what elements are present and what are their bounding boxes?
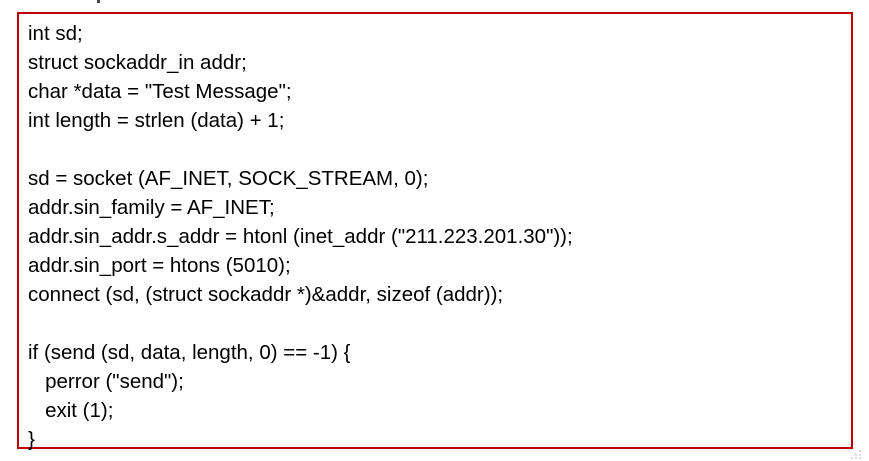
- code-line-10: connect (sd, (struct sockaddr *)&addr, s…: [28, 283, 504, 306]
- slide-page: int sd; struct sockaddr_in addr; char *d…: [0, 0, 869, 461]
- code-line-13: perror ("send");: [28, 370, 184, 393]
- code-line-6: sd = socket (AF_INET, SOCK_STREAM, 0);: [28, 167, 429, 190]
- code-box: int sd; struct sockaddr_in addr; char *d…: [17, 12, 853, 451]
- code-line-12: if (send (sd, data, length, 0) == -1) {: [28, 341, 351, 364]
- code-line-2: struct sockaddr_in addr;: [28, 51, 247, 74]
- code-line-1: int sd;: [28, 22, 83, 45]
- resize-grip-icon[interactable]: [849, 449, 863, 459]
- code-line-8: addr.sin_addr.s_addr = htonl (inet_addr …: [28, 225, 573, 248]
- code-line-4: int length = strlen (data) + 1;: [28, 109, 285, 132]
- code-block: int sd; struct sockaddr_in addr; char *d…: [28, 19, 573, 454]
- code-line-14: exit (1);: [28, 399, 114, 422]
- stray-mark: [97, 0, 100, 3]
- code-line-7: addr.sin_family = AF_INET;: [28, 196, 275, 219]
- code-line-9: addr.sin_port = htons (5010);: [28, 254, 291, 277]
- code-line-3: char *data = "Test Message";: [28, 80, 292, 103]
- code-line-15: }: [28, 428, 35, 451]
